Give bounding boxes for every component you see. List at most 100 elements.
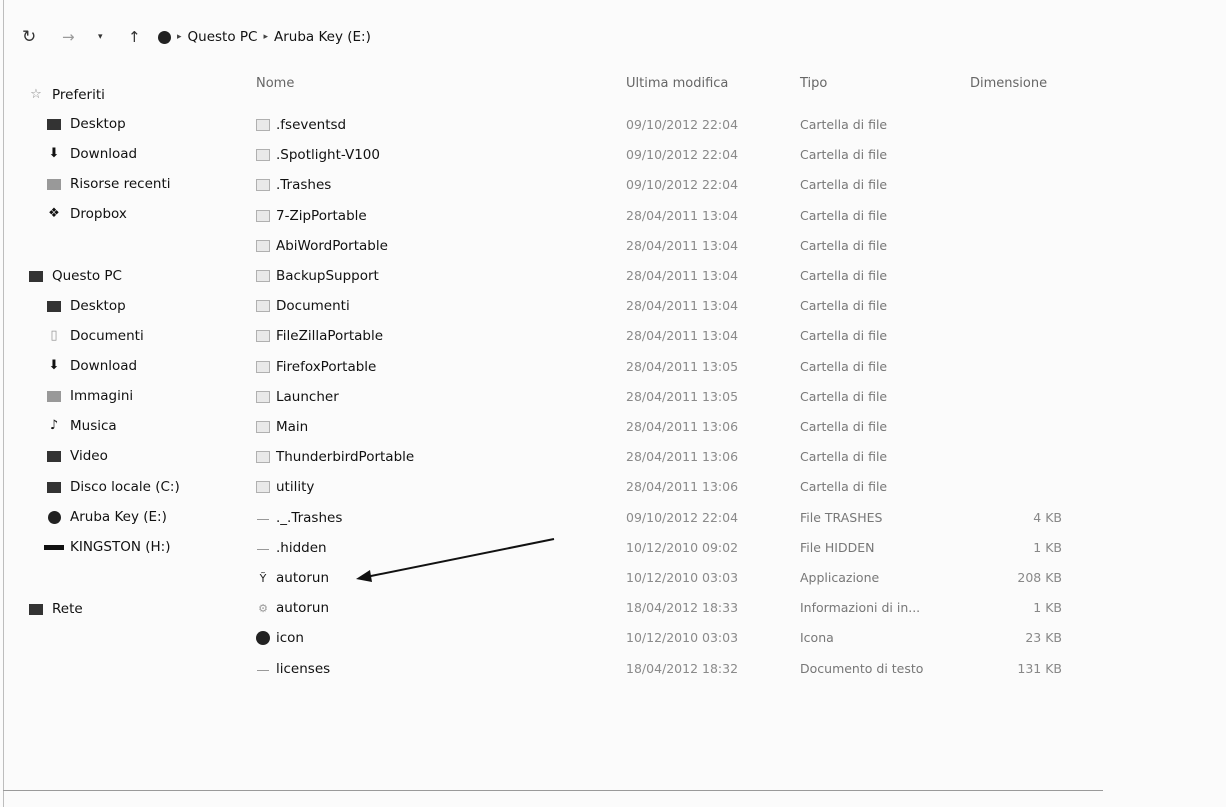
usb-key-icon [44,509,64,525]
file-name: Main [276,419,309,435]
breadcrumb-separator[interactable]: ▸ [177,27,182,47]
file-date: 18/04/2012 18:33 [626,600,739,615]
file-row[interactable]: FileZillaPortable 28/04/2011 13:04 Carte… [250,321,1080,351]
sidebar-item-desktop-pc[interactable]: Desktop [44,295,126,317]
file-date: 28/04/2011 13:06 [626,449,739,464]
breadcrumb-aruba-key[interactable]: Aruba Key (E:) [274,27,371,47]
file-name: FirefoxPortable [276,359,377,375]
folder-icon [255,389,271,405]
file-type: Cartella di file [800,147,888,162]
sidebar-item-label: Rete [52,601,83,617]
column-header-type[interactable]: Tipo [800,74,827,94]
file-row[interactable]: Documenti 28/04/2011 13:04 Cartella di f… [250,291,1080,321]
sidebar-item-download-pc[interactable]: ⬇ Download [44,355,138,377]
file-type: Informazioni di in... [800,600,921,615]
sidebar-item-desktop[interactable]: Desktop [44,113,126,135]
sidebar-item-label: Preferiti [52,87,105,103]
column-header-name[interactable]: Nome [256,74,294,94]
setup-info-icon: ⚙ [258,601,268,615]
file-size: 1 KB [1033,600,1062,615]
sidebar-item-immagini[interactable]: Immagini [44,385,133,407]
file-row[interactable]: ⚙ autorun 18/04/2012 18:33 Informazioni … [250,593,1080,623]
breadcrumb-questo-pc[interactable]: Questo PC [188,27,258,47]
folder-icon [255,177,271,193]
file-type: Icona [800,630,834,645]
breadcrumb-separator[interactable]: ▸ [263,27,268,47]
sidebar-item-aruba-key[interactable]: Aruba Key (E:) [44,506,167,528]
local-disk-icon [44,479,64,495]
documents-icon: ▯ [50,328,58,343]
file-date: 10/12/2010 09:02 [626,540,739,555]
file-row[interactable]: utility 28/04/2011 13:06 Cartella di fil… [250,472,1080,502]
file-row[interactable]: licenses 18/04/2012 18:32 Documento di t… [250,654,1080,684]
file-row[interactable]: .Trashes 09/10/2012 22:04 Cartella di fi… [250,170,1080,200]
sidebar-item-kingston[interactable]: KINGSTON (H:) [44,536,170,558]
usb-key-icon[interactable] [158,30,171,44]
folder-icon [255,117,271,133]
sidebar-item-preferiti[interactable]: ☆ Preferiti [26,84,105,106]
sidebar-item-risorse-recenti[interactable]: Risorse recenti [44,173,171,195]
file-row[interactable]: 7-ZipPortable 28/04/2011 13:04 Cartella … [250,201,1080,231]
file-row[interactable]: BackupSupport 28/04/2011 13:04 Cartella … [250,261,1080,291]
file-row[interactable]: ._.Trashes 09/10/2012 22:04 File TRASHES… [250,503,1080,533]
up-button[interactable]: ↑ [128,26,141,48]
file-name: AbiWordPortable [276,238,388,254]
sidebar-item-label: Questo PC [52,268,122,284]
computer-icon [26,268,46,284]
file-size: 23 KB [1025,630,1062,645]
folder-icon [255,449,271,465]
folder-icon [255,298,271,314]
file-row[interactable]: ThunderbirdPortable 28/04/2011 13:06 Car… [250,442,1080,472]
file-name: ._.Trashes [276,510,343,526]
file-type: Cartella di file [800,117,888,132]
file-type: Cartella di file [800,208,888,223]
file-row[interactable]: Launcher 28/04/2011 13:05 Cartella di fi… [250,382,1080,412]
folder-icon [255,208,271,224]
file-type: Documento di testo [800,661,924,676]
sidebar-item-label: Download [70,358,138,374]
file-date: 28/04/2011 13:06 [626,479,739,494]
desktop-icon [44,298,64,314]
file-type: Cartella di file [800,328,888,343]
file-date: 28/04/2011 13:04 [626,298,739,313]
removable-drive-icon [44,539,64,555]
file-name: utility [276,479,315,495]
column-header-modified[interactable]: Ultima modifica [626,74,728,94]
file-row[interactable]: .Spotlight-V100 09/10/2012 22:04 Cartell… [250,140,1080,170]
sidebar-item-label: Musica [70,418,117,434]
sidebar-item-label: Immagini [70,388,134,404]
column-header-size[interactable]: Dimensione [970,74,1047,94]
file-name: .Spotlight-V100 [276,147,380,163]
file-size: 1 KB [1033,540,1062,555]
file-name: autorun [276,570,330,586]
sidebar-item-rete[interactable]: Rete [26,598,83,620]
file-row[interactable]: Main 28/04/2011 13:06 Cartella di file [250,412,1080,442]
file-row[interactable]: icon 10/12/2010 03:03 Icona 23 KB [250,623,1080,653]
sidebar-item-documenti[interactable]: ▯ Documenti [44,325,143,347]
file-name: FileZillaPortable [276,328,384,344]
file-type: Cartella di file [800,268,888,283]
file-date: 28/04/2011 13:04 [626,208,739,223]
file-row[interactable]: AbiWordPortable 28/04/2011 13:04 Cartell… [250,231,1080,261]
sidebar-item-questo-pc[interactable]: Questo PC [26,265,122,287]
sidebar-item-dropbox[interactable]: ❖ Dropbox [44,203,127,225]
window-left-edge [3,0,4,807]
folder-icon [255,328,271,344]
application-icon: Ỹ [259,571,267,585]
sidebar-item-musica[interactable]: ♪ Musica [44,415,117,437]
file-date: 09/10/2012 22:04 [626,147,739,162]
sidebar-item-video[interactable]: Video [44,445,108,467]
file-size: 4 KB [1033,510,1062,525]
file-row[interactable]: FirefoxPortable 28/04/2011 13:05 Cartell… [250,352,1080,382]
sidebar-item-download[interactable]: ⬇ Download [44,143,138,165]
forward-button[interactable]: → [62,26,75,48]
file-name: BackupSupport [276,268,379,284]
recent-locations-dropdown[interactable]: ▾ [98,26,103,48]
folder-icon [255,268,271,284]
recent-places-icon [44,176,64,192]
back-button[interactable]: ↻ [22,26,36,48]
sidebar-item-disco-locale[interactable]: Disco locale (C:) [44,476,180,498]
file-row[interactable]: .fseventsd 09/10/2012 22:04 Cartella di … [250,110,1080,140]
file-name: ThunderbirdPortable [276,449,415,465]
sidebar-item-label: Video [70,448,108,464]
